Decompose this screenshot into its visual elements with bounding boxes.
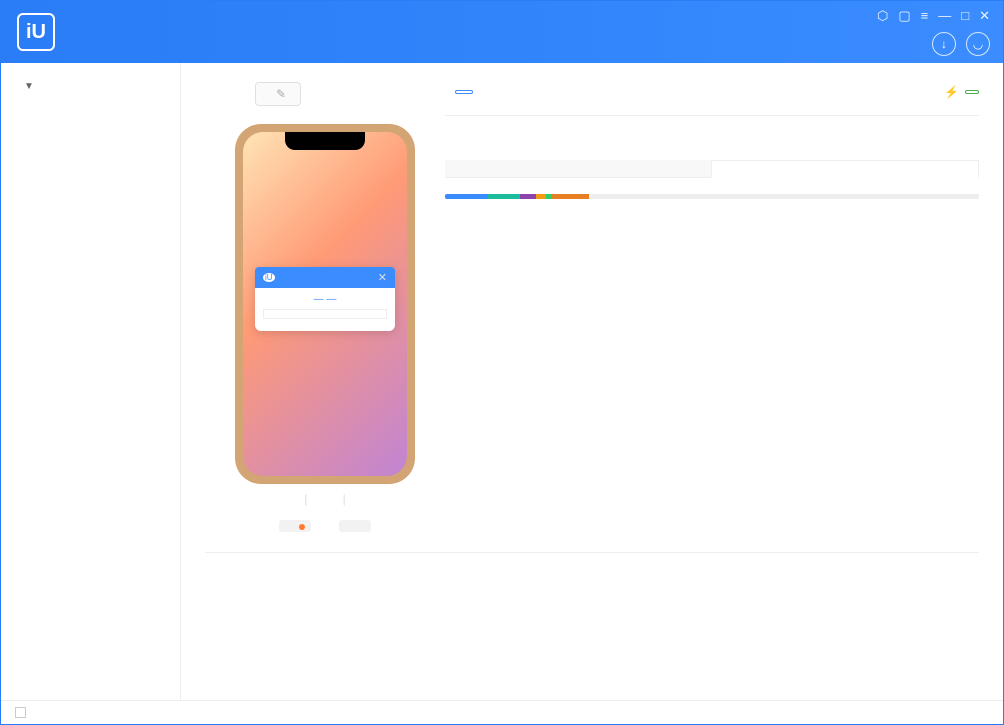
note-icon[interactable]: ▢: [898, 8, 910, 24]
logo-area: iU: [1, 13, 181, 51]
popup-price: [263, 309, 387, 319]
quick-actions: [205, 552, 979, 593]
minimize-icon[interactable]: —: [938, 8, 951, 24]
storage-text: [445, 178, 979, 194]
menu-icon[interactable]: ≡: [921, 8, 929, 24]
report-button[interactable]: [279, 520, 311, 532]
storage-bar: [445, 194, 979, 199]
phone-actions: | |: [205, 492, 445, 506]
main-content: ✎ iU ✕ — —: [181, 63, 1003, 700]
battery-level: [965, 90, 979, 94]
chevron-down-icon: ▼: [24, 81, 34, 92]
popup-close-icon[interactable]: ✕: [378, 271, 387, 284]
tab-inspection-report[interactable]: [445, 160, 711, 177]
recycle-popup: iU ✕ — —: [255, 267, 395, 331]
titlebar: iU ⬡ ▢ ≡ — □ ✕ ↓ ◡: [1, 1, 1003, 63]
window-controls: ⬡ ▢ ≡ — □ ✕: [877, 8, 1004, 24]
statusbar: [1, 700, 1003, 725]
bolt-icon: ⚡: [944, 85, 959, 99]
user-icon[interactable]: ◡: [966, 32, 990, 56]
app-logo-icon: iU: [17, 13, 55, 51]
device-selector[interactable]: ▼: [1, 73, 180, 104]
phone-tab[interactable]: ✎: [255, 82, 301, 106]
storage-badge: [455, 90, 473, 94]
close-icon[interactable]: ✕: [979, 8, 990, 24]
tab-disk-capacity[interactable]: [711, 160, 979, 178]
extra-controls: ↓ ◡: [932, 32, 990, 56]
detail-button[interactable]: [339, 520, 371, 532]
phone-mockup: iU ✕ — —: [235, 124, 415, 484]
block-itunes-checkbox[interactable]: [15, 707, 31, 720]
skin-icon[interactable]: ⬡: [877, 8, 888, 24]
maximize-icon[interactable]: □: [961, 8, 969, 24]
edit-icon: ✎: [276, 87, 286, 101]
download-icon[interactable]: ↓: [932, 32, 956, 56]
sidebar: ▼: [1, 63, 181, 700]
